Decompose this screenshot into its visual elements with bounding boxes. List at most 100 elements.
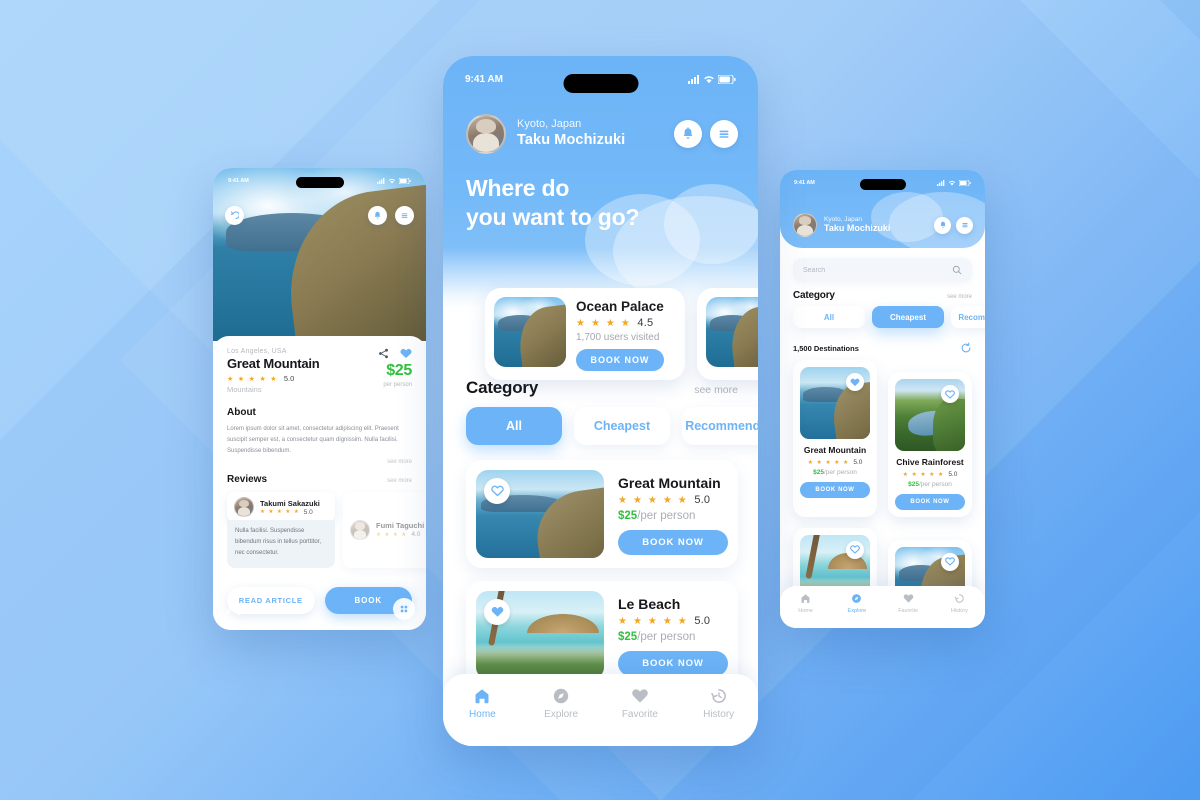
menu-button[interactable] xyxy=(395,206,414,225)
carousel-dot[interactable] xyxy=(226,609,231,614)
notification-button[interactable] xyxy=(934,216,951,234)
category-chips[interactable]: All Cheapest Recommended xyxy=(443,407,758,445)
hero-title-line2: you want to go? xyxy=(466,203,640,230)
detail-footer-actions: READ ARTICLE BOOK xyxy=(227,587,412,614)
book-now-button[interactable]: BOOK NOW xyxy=(618,651,728,676)
menu-button[interactable] xyxy=(710,120,738,148)
detail-rating-value: 5.0 xyxy=(283,374,295,383)
favorite-button[interactable] xyxy=(484,599,510,625)
detail-header-row: Los Angeles, USA Great Mountain ★ ★ ★ ★ … xyxy=(227,348,412,394)
heart-filled-icon xyxy=(491,607,503,617)
favorite-button[interactable] xyxy=(484,478,510,504)
wifi-icon xyxy=(948,180,956,186)
compass-icon xyxy=(553,688,569,704)
favorite-heart-icon[interactable] xyxy=(400,348,412,359)
tab-history[interactable]: History xyxy=(679,687,758,746)
palm-tree-decoration xyxy=(805,534,821,580)
category-chip-cheapest[interactable]: Cheapest xyxy=(872,306,944,328)
avatar[interactable] xyxy=(793,213,817,237)
search-input[interactable] xyxy=(803,266,952,274)
tab-explore[interactable]: Explore xyxy=(831,593,882,628)
poster-stage: 9:41 AM Los Angeles, USA Great Mountain … xyxy=(0,0,1200,800)
category-see-more[interactable]: see more xyxy=(694,384,738,396)
favorite-button[interactable] xyxy=(846,540,864,559)
grid-card[interactable]: Chive Rainforest ★ ★ ★ ★ ★ 5.0 $25/per p… xyxy=(888,372,972,517)
tab-favorite[interactable]: Favorite xyxy=(601,687,680,746)
bottom-navigation: Home Explore Favorite History xyxy=(443,674,758,746)
menu-button[interactable] xyxy=(956,216,973,234)
tab-label: Favorite xyxy=(621,709,658,720)
list-item[interactable]: Le Beach ★ ★ ★ ★ ★ 5.0 $25/per person BO… xyxy=(466,581,738,689)
category-chips[interactable]: All Cheapest Recommended xyxy=(780,306,985,328)
signal-icon xyxy=(688,74,699,84)
carousel-dots[interactable] xyxy=(226,609,252,615)
heart-outline-icon xyxy=(945,389,955,399)
reviews-see-more[interactable]: see more xyxy=(387,478,412,484)
heart-outline-icon xyxy=(850,545,860,554)
battery-icon xyxy=(399,178,411,184)
book-now-button[interactable]: BOOK NOW xyxy=(800,481,870,498)
profile-text: Kyoto, Japan Taku Mochizuki xyxy=(824,216,890,235)
back-button[interactable] xyxy=(225,206,244,225)
card-price: $25 xyxy=(908,480,919,488)
notification-button[interactable] xyxy=(674,120,702,148)
status-time: 9:41 AM xyxy=(465,73,503,85)
category-chip-all[interactable]: All xyxy=(466,407,562,445)
book-now-button[interactable]: BOOK NOW xyxy=(895,493,965,510)
category-chip-recommended[interactable]: Recommended xyxy=(951,306,985,328)
tab-explore[interactable]: Explore xyxy=(522,687,601,746)
favorite-button[interactable] xyxy=(846,373,864,391)
list-item[interactable]: Great Mountain ★ ★ ★ ★ ★ 5.0 $25/per per… xyxy=(466,460,738,568)
category-see-more[interactable]: see more xyxy=(947,294,972,300)
bottom-navigation: Home Explore Favorite History xyxy=(780,586,985,628)
category-chip-cheapest[interactable]: Cheapest xyxy=(574,407,670,445)
signal-icon xyxy=(377,178,385,184)
header-actions xyxy=(934,216,973,234)
card-rating-row: ★ ★ ★ ★ ★ 5.0 xyxy=(895,471,965,478)
tab-history[interactable]: History xyxy=(934,593,985,628)
carousel-dot-active[interactable] xyxy=(236,609,242,615)
book-now-button[interactable]: BOOK NOW xyxy=(576,349,664,371)
status-icons xyxy=(937,180,971,186)
reviewer-name: Fumi Taguchi xyxy=(376,521,425,531)
reviewer-rating-value: 4.0 xyxy=(411,531,421,539)
favorite-button[interactable] xyxy=(941,552,959,571)
tab-label: Explore xyxy=(847,608,867,614)
grid-icon xyxy=(400,605,408,613)
category-chip-recommended[interactable]: Recommended xyxy=(682,407,758,445)
star-rating-icon: ★ ★ ★ ★ ★ xyxy=(807,459,850,466)
search-icon[interactable] xyxy=(952,265,962,275)
user-location: Kyoto, Japan xyxy=(517,118,582,131)
status-bar: 9:41 AM xyxy=(780,174,985,192)
tab-label: Favorite xyxy=(898,608,919,614)
refresh-icon[interactable] xyxy=(960,342,972,354)
listing-thumbnail xyxy=(476,470,604,558)
review-card[interactable]: Fumi Taguchi ★ ★ ★ ★ 4.0 xyxy=(343,492,426,568)
home-icon xyxy=(475,689,489,704)
reviews-heading: Reviews xyxy=(227,474,268,486)
listing-rating-value: 5.0 xyxy=(694,494,711,506)
search-bar[interactable] xyxy=(793,258,972,282)
featured-carousel[interactable]: Ocean Palace ★ ★ ★ ★ 4.5 1,700 users vis… xyxy=(443,288,758,380)
category-chip-all[interactable]: All xyxy=(793,306,865,328)
notification-button[interactable] xyxy=(368,206,387,225)
grid-card[interactable]: Great Mountain ★ ★ ★ ★ ★ 5.0 $25/per per… xyxy=(793,360,877,517)
featured-card[interactable]: Ocean Palace ★ ★ ★ ★ 4.5 1,700 users vis… xyxy=(697,288,758,380)
reviews-row: Takumi Sakazuki ★ ★ ★ ★ ★ 5.0 Nulla faci… xyxy=(227,492,426,568)
reviewer-avatar xyxy=(234,497,254,518)
reviewer-rating-row: ★ ★ ★ ★ ★ 5.0 xyxy=(260,509,320,516)
heart-outline-icon xyxy=(490,485,504,497)
about-see-more[interactable]: see more xyxy=(227,459,412,465)
tab-home[interactable]: Home xyxy=(780,593,831,628)
book-now-button[interactable]: BOOK NOW xyxy=(618,530,728,555)
review-card[interactable]: Takumi Sakazuki ★ ★ ★ ★ ★ 5.0 xyxy=(227,492,335,523)
tab-home[interactable]: Home xyxy=(443,687,522,746)
tab-favorite[interactable]: Favorite xyxy=(883,593,934,628)
avatar[interactable] xyxy=(466,114,506,154)
favorite-button[interactable] xyxy=(941,385,959,403)
gallery-grid-button[interactable] xyxy=(393,598,415,620)
featured-card[interactable]: Ocean Palace ★ ★ ★ ★ 4.5 1,700 users vis… xyxy=(485,288,685,380)
carousel-dot[interactable] xyxy=(247,609,252,614)
card-rating-value: 5.0 xyxy=(948,470,958,478)
share-icon[interactable] xyxy=(378,348,389,359)
